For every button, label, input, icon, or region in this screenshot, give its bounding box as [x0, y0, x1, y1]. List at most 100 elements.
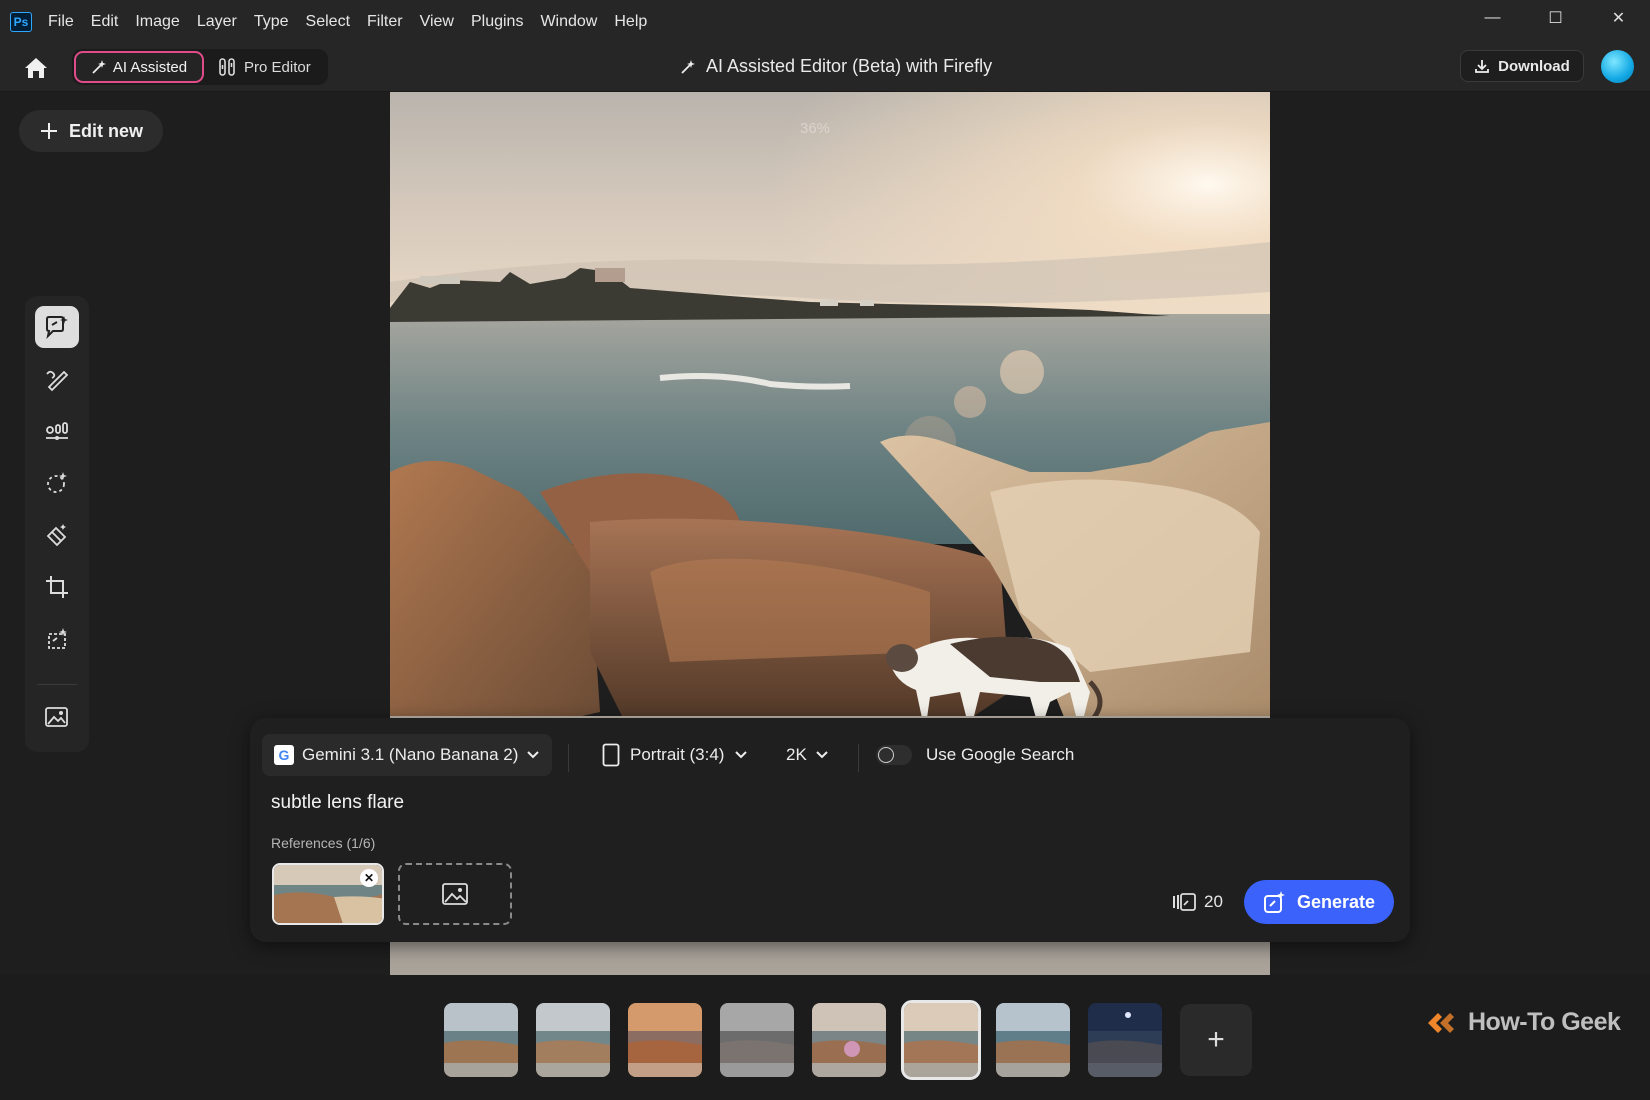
- plus-icon: [40, 123, 57, 139]
- menu-filter[interactable]: Filter: [367, 13, 403, 31]
- version-thumbnail[interactable]: [720, 1003, 794, 1077]
- generative-credits: 20: [1172, 892, 1223, 912]
- brush-edit-tool[interactable]: [35, 358, 79, 400]
- remove-object-tool[interactable]: [35, 514, 79, 556]
- top-toolbar: AI Assisted Pro Editor AI Assisted Edito…: [0, 44, 1650, 92]
- crop-icon: [46, 576, 68, 598]
- panel-divider: [568, 744, 569, 772]
- image-settings-icon: [45, 707, 68, 727]
- pro-editor-tab[interactable]: Pro Editor: [218, 51, 311, 83]
- adjustments-icon: [46, 422, 68, 440]
- generative-expand-icon: [48, 628, 67, 649]
- version-thumbnail[interactable]: [536, 1003, 610, 1077]
- version-thumbnail[interactable]: [812, 1003, 886, 1077]
- version-image: [720, 1003, 794, 1077]
- zoom-readout: 36%: [800, 120, 831, 137]
- magic-select-tool[interactable]: [35, 462, 79, 504]
- google-search-label: Use Google Search: [926, 745, 1075, 764]
- menu-view[interactable]: View: [420, 13, 454, 31]
- menu-type[interactable]: Type: [254, 13, 289, 31]
- maximize-button[interactable]: ☐: [1524, 0, 1587, 36]
- credits-count: 20: [1204, 892, 1223, 911]
- chevron-down-icon: [816, 751, 828, 759]
- how-to-geek-logo-icon: [1428, 1012, 1454, 1033]
- image-placeholder-icon: [442, 883, 468, 905]
- version-image: [444, 1003, 518, 1077]
- sparkle-wand-icon: [92, 60, 106, 74]
- prompt-panel: G Gemini 3.1 (Nano Banana 2) Portrait (3…: [250, 718, 1410, 942]
- image-settings-tool[interactable]: [35, 696, 79, 738]
- user-avatar[interactable]: [1601, 50, 1634, 83]
- version-thumbnail[interactable]: [996, 1003, 1070, 1077]
- brush-edit-icon: [46, 370, 69, 392]
- magic-select-icon: [47, 472, 67, 493]
- how-to-geek-watermark: How-To Geek: [1426, 1008, 1621, 1037]
- menu-edit[interactable]: Edit: [91, 13, 119, 31]
- references-label: References (1/6): [271, 835, 376, 851]
- tool-rail: [25, 296, 89, 752]
- resolution-label: 2K: [786, 745, 807, 764]
- version-image: [812, 1003, 886, 1077]
- version-thumbnail[interactable]: [1088, 1003, 1162, 1077]
- chevron-down-icon: [527, 751, 540, 759]
- version-image: [628, 1003, 702, 1077]
- mode-switch: AI Assisted Pro Editor: [72, 49, 328, 85]
- home-button[interactable]: [22, 55, 50, 81]
- edit-new-button[interactable]: Edit new: [19, 110, 163, 152]
- prompt-input[interactable]: subtle lens flare: [271, 792, 404, 814]
- menu-window[interactable]: Window: [540, 13, 597, 31]
- google-search-option: Use Google Search: [876, 734, 1074, 776]
- generate-button[interactable]: Generate: [1244, 880, 1394, 924]
- portrait-frame-icon: [602, 743, 620, 767]
- generative-expand-tool[interactable]: [35, 618, 79, 660]
- generate-label: Generate: [1296, 891, 1376, 912]
- document-title-text: AI Assisted Editor (Beta) with Firefly: [706, 56, 993, 76]
- version-image: [996, 1003, 1070, 1077]
- version-thumbnail[interactable]: [628, 1003, 702, 1077]
- window-controls: — ☐ ✕: [1461, 0, 1650, 36]
- menu-plugins[interactable]: Plugins: [471, 13, 523, 31]
- menu-layer[interactable]: Layer: [197, 13, 237, 31]
- aspect-ratio-selector[interactable]: Portrait (3:4): [602, 734, 748, 776]
- version-image: [1088, 1003, 1162, 1077]
- photoshop-logo: Ps: [10, 12, 32, 32]
- pro-editor-icon: [219, 58, 235, 76]
- watermark-text: How-To Geek: [1468, 1008, 1621, 1036]
- download-button[interactable]: Download: [1460, 50, 1584, 82]
- menu-bar: Ps File Edit Image Layer Type Select Fil…: [0, 0, 1650, 44]
- menu-image[interactable]: Image: [135, 13, 179, 31]
- remove-reference-button[interactable]: ✕: [360, 869, 378, 887]
- pro-editor-label: Pro Editor: [244, 58, 311, 76]
- version-image: [904, 1003, 978, 1077]
- model-selector[interactable]: G Gemini 3.1 (Nano Banana 2): [262, 734, 553, 776]
- close-button[interactable]: ✕: [1587, 0, 1650, 36]
- version-image: [536, 1003, 610, 1077]
- prompt-edit-tool[interactable]: [35, 306, 79, 348]
- ai-assisted-tab[interactable]: AI Assisted: [74, 51, 204, 83]
- google-logo-icon: G: [274, 745, 294, 765]
- add-reference-button[interactable]: [398, 863, 512, 925]
- resolution-selector[interactable]: 2K: [786, 734, 829, 776]
- version-thumbnail-selected[interactable]: [901, 1000, 981, 1080]
- generate-sparkle-icon: [1263, 891, 1285, 913]
- minimize-button[interactable]: —: [1461, 0, 1524, 36]
- menu-file[interactable]: File: [48, 13, 74, 31]
- download-label: Download: [1498, 57, 1570, 75]
- prompt-edit-icon: [46, 316, 68, 340]
- adjustments-tool[interactable]: [35, 410, 79, 452]
- reference-thumbnail[interactable]: ✕: [272, 863, 384, 925]
- document-title: AI Assisted Editor (Beta) with Firefly: [680, 56, 992, 77]
- google-search-toggle[interactable]: [876, 745, 912, 765]
- menu-select[interactable]: Select: [306, 13, 350, 31]
- ai-assisted-label: AI Assisted: [112, 58, 188, 76]
- panel-divider: [858, 744, 859, 772]
- menu-help[interactable]: Help: [614, 13, 647, 31]
- tool-rail-divider: [37, 684, 77, 685]
- edit-new-label: Edit new: [68, 120, 143, 141]
- add-version-button[interactable]: +: [1180, 1004, 1252, 1076]
- remove-object-icon: [46, 524, 67, 547]
- crop-tool[interactable]: [35, 566, 79, 608]
- home-icon: [25, 58, 47, 78]
- version-thumbnail[interactable]: [444, 1003, 518, 1077]
- chevron-down-icon: [735, 751, 748, 759]
